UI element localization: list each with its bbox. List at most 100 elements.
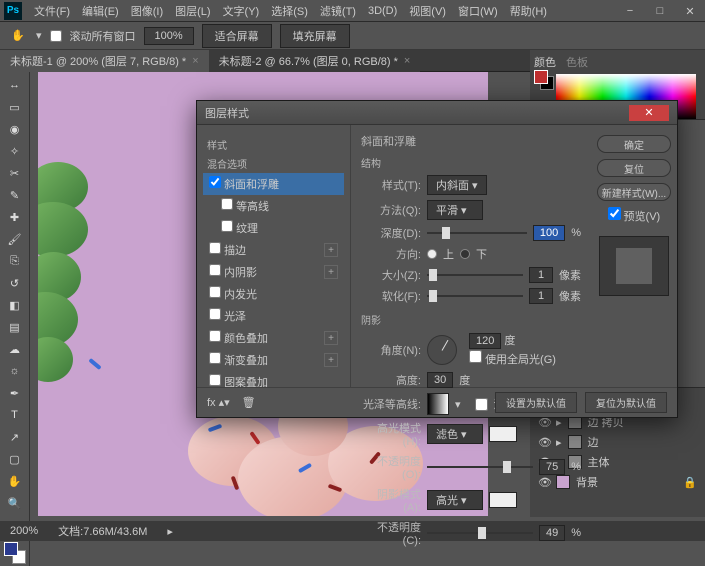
shadow-color[interactable] [489, 492, 517, 508]
menu-3d[interactable]: 3D(D) [362, 5, 403, 17]
size-slider[interactable] [427, 269, 523, 281]
heal-tool[interactable]: ✚ [3, 207, 27, 227]
depth-field[interactable]: 100 [533, 225, 565, 241]
close-icon[interactable]: × [404, 55, 410, 67]
fit-screen-button[interactable]: 适合屏幕 [202, 24, 272, 48]
path-tool[interactable]: ↗ [3, 427, 27, 447]
menu-layer[interactable]: 图层(L) [169, 3, 216, 19]
ok-button[interactable]: 确定 [597, 135, 671, 153]
style-satin[interactable]: 光泽 [203, 305, 344, 327]
make-default-button[interactable]: 设置为默认值 [495, 392, 577, 413]
crop-tool[interactable]: ✂ [3, 163, 27, 183]
style-gradient-overlay[interactable]: 渐变叠加+ [203, 349, 344, 371]
add-icon[interactable]: + [324, 243, 338, 257]
soften-field[interactable]: 1 [529, 288, 553, 304]
style-texture[interactable]: 纹理 [203, 217, 344, 239]
styles-header: 样式 [207, 137, 344, 152]
zoom-tool[interactable]: 🔍 [3, 493, 27, 513]
status-bar: 200% 文档:7.66M/43.6M ▸ [0, 521, 705, 541]
soften-slider[interactable] [427, 290, 523, 302]
gloss-contour[interactable] [427, 393, 449, 415]
menu-edit[interactable]: 编辑(E) [76, 3, 125, 19]
menu-file[interactable]: 文件(F) [28, 3, 76, 19]
angle-dial[interactable] [427, 335, 457, 365]
add-icon[interactable]: + [324, 353, 338, 367]
direction-down[interactable] [460, 249, 470, 259]
scroll-all-checkbox[interactable] [50, 30, 62, 42]
hand-tool[interactable]: ✋ [3, 471, 27, 491]
menu-window[interactable]: 窗口(W) [452, 3, 504, 19]
color-tab[interactable]: 颜色 [534, 54, 556, 70]
move-tool[interactable]: ↔ [3, 75, 27, 95]
wand-tool[interactable]: ✧ [3, 141, 27, 161]
stamp-tool[interactable]: ⎘ [3, 251, 27, 271]
eyedropper-tool[interactable]: ✎ [3, 185, 27, 205]
direction-up[interactable] [427, 249, 437, 259]
highlight-opacity-field[interactable]: 75 [539, 459, 565, 475]
close-icon[interactable]: × [192, 55, 198, 67]
antialias-checkbox[interactable] [475, 398, 488, 411]
style-pattern-overlay[interactable]: 图案叠加 [203, 371, 344, 387]
fill-screen-button[interactable]: 填充屏幕 [280, 24, 350, 48]
gradient-tool[interactable]: ▤ [3, 317, 27, 337]
window-maximize[interactable]: □ [645, 0, 675, 22]
angle-field[interactable]: 120 [469, 333, 501, 349]
preview-checkbox[interactable] [608, 207, 621, 220]
menu-help[interactable]: 帮助(H) [504, 3, 553, 19]
status-zoom: 200% [10, 525, 38, 537]
menu-image[interactable]: 图像(I) [125, 3, 169, 19]
history-brush-tool[interactable]: ↺ [3, 273, 27, 293]
dialog-title: 图层样式 [205, 105, 249, 121]
add-icon[interactable]: + [324, 331, 338, 345]
blend-header[interactable]: 混合选项 [207, 156, 344, 171]
menu-view[interactable]: 视图(V) [403, 3, 452, 19]
highlight-opacity-slider[interactable] [427, 461, 533, 473]
color-swatch[interactable] [4, 542, 26, 564]
window-minimize[interactable]: − [615, 0, 645, 22]
style-stroke[interactable]: 描边+ [203, 239, 344, 261]
size-field[interactable]: 1 [529, 267, 553, 283]
window-close[interactable]: ✕ [675, 0, 705, 22]
style-color-overlay[interactable]: 颜色叠加+ [203, 327, 344, 349]
trash-icon[interactable]: 🗑 [242, 396, 256, 409]
shadow-mode-select[interactable]: 高光 ▾ [427, 490, 483, 510]
menu-type[interactable]: 文字(Y) [217, 3, 266, 19]
lasso-tool[interactable]: ◉ [3, 119, 27, 139]
altitude-field[interactable]: 30 [427, 372, 453, 388]
canvas-artwork [38, 162, 98, 382]
eraser-tool[interactable]: ◧ [3, 295, 27, 315]
blur-tool[interactable]: ☁ [3, 339, 27, 359]
technique-select[interactable]: 平滑 ▾ [427, 200, 483, 220]
depth-slider[interactable] [427, 227, 527, 239]
new-style-button[interactable]: 新建样式(W)... [597, 183, 671, 201]
shadow-opacity-slider[interactable] [427, 527, 533, 539]
marquee-tool[interactable]: ▭ [3, 97, 27, 117]
style-select[interactable]: 内斜面 ▾ [427, 175, 487, 195]
options-bar: ✋ ▾ 滚动所有窗口 100% 适合屏幕 填充屏幕 [0, 22, 705, 50]
doc-tab-1[interactable]: 未标题-1 @ 200% (图层 7, RGB/8) *× [0, 50, 209, 72]
highlight-color[interactable] [489, 426, 517, 442]
add-icon[interactable]: + [324, 265, 338, 279]
highlight-mode-select[interactable]: 滤色 ▾ [427, 424, 483, 444]
doc-tab-2[interactable]: 未标题-2 @ 66.7% (图层 0, RGB/8) *× [209, 50, 421, 72]
shape-tool[interactable]: ▢ [3, 449, 27, 469]
cancel-button[interactable]: 复位 [597, 159, 671, 177]
zoom-field[interactable]: 100% [144, 27, 194, 45]
global-light-checkbox[interactable] [469, 350, 482, 363]
style-contour[interactable]: 等高线 [203, 195, 344, 217]
dodge-tool[interactable]: ☼ [3, 361, 27, 381]
fx-icon[interactable]: fx ▴▾ [207, 396, 230, 409]
shadow-opacity-field[interactable]: 49 [539, 525, 565, 541]
pen-tool[interactable]: ✒ [3, 383, 27, 403]
menu-select[interactable]: 选择(S) [265, 3, 314, 19]
style-inner-shadow[interactable]: 内阴影+ [203, 261, 344, 283]
style-inner-glow[interactable]: 内发光 [203, 283, 344, 305]
type-tool[interactable]: T [3, 405, 27, 425]
brush-tool[interactable]: 🖌 [3, 229, 27, 249]
reset-default-button[interactable]: 复位为默认值 [585, 392, 667, 413]
dialog-titlebar[interactable]: 图层样式 ✕ [197, 101, 677, 125]
menu-filter[interactable]: 滤镜(T) [314, 3, 362, 19]
style-bevel[interactable]: 斜面和浮雕 [203, 173, 344, 195]
dialog-close-button[interactable]: ✕ [629, 105, 669, 121]
swatches-tab[interactable]: 色板 [566, 54, 588, 70]
